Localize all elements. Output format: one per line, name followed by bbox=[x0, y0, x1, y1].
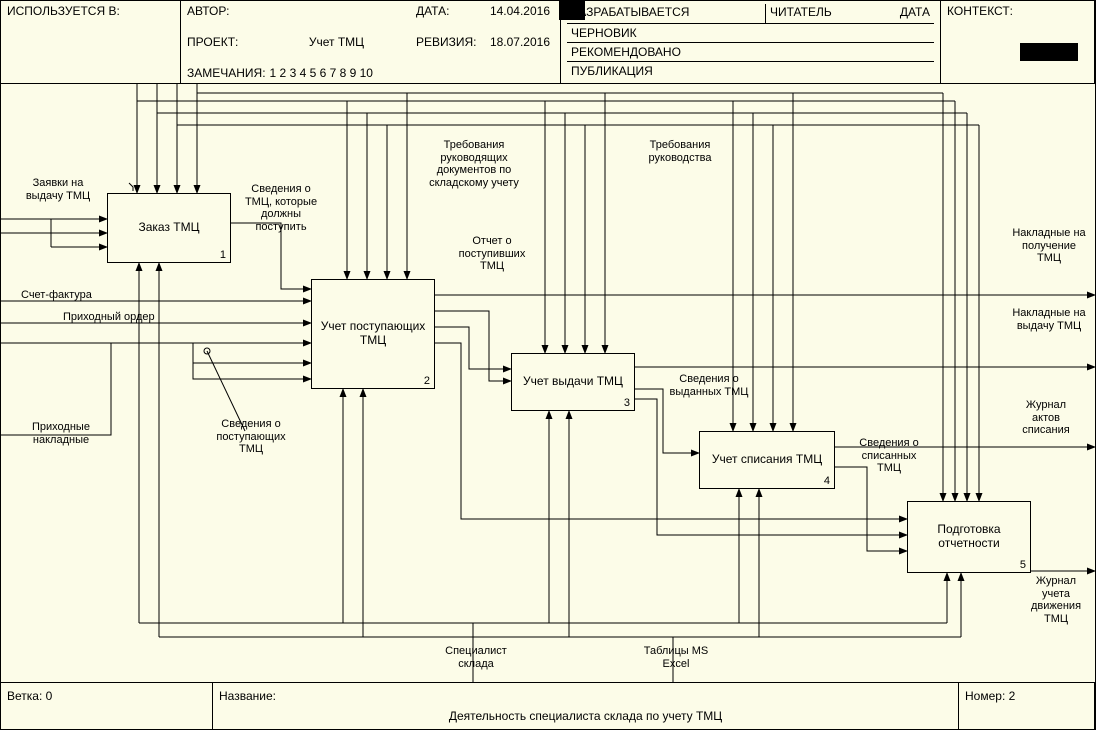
project-label: ПРОЕКТ: bbox=[187, 35, 257, 49]
label-mgmt-requirements: Требования руководства bbox=[635, 139, 725, 164]
header: ИСПОЛЬЗУЕТСЯ В: АВТОР: ДАТА: 14.04.2016 … bbox=[1, 1, 1095, 84]
node-incoming-tmc: Учет поступающих ТМЦ2 bbox=[311, 279, 435, 389]
notes-label: ЗАМЕЧАНИЯ: bbox=[187, 66, 266, 80]
label-expected-tmc: Сведения о ТМЦ, которые должны поступить bbox=[241, 183, 321, 234]
node-issue-tmc: Учет выдачи ТМЦ3 bbox=[511, 353, 635, 411]
diagram-canvas: Заказ ТМЦ1 Учет поступающих ТМЦ2 Учет вы… bbox=[1, 83, 1095, 683]
label-doc-requirements: Требования руководящих документов по скл… bbox=[419, 139, 529, 190]
status-draft: ЧЕРНОВИК bbox=[567, 24, 934, 43]
label-receipt-waybill: Приходные накладные bbox=[21, 421, 101, 446]
footer-num: Номер: 2 bbox=[959, 683, 1095, 729]
label-received-report: Отчет о поступивших ТМЦ bbox=[447, 235, 537, 273]
notes-value: 1 2 3 4 5 6 7 8 9 10 bbox=[270, 66, 373, 80]
label-issue-waybill-out: Накладные на выдачу ТМЦ bbox=[1009, 307, 1089, 332]
label-receipt-waybill-out: Накладные на получение ТМЦ bbox=[1009, 227, 1089, 265]
node-order-tmc: Заказ ТМЦ1 bbox=[107, 193, 231, 263]
label-invoice: Счет-фактура bbox=[21, 289, 92, 302]
header-info: АВТОР: ДАТА: 14.04.2016 ПРОЕКТ: Учет ТМЦ… bbox=[181, 1, 561, 83]
label-issued-info: Сведения о выданных ТМЦ bbox=[669, 373, 749, 398]
label-specialist: Специалист склада bbox=[431, 645, 521, 670]
header-status: РАЗРАБАТЫВАЕТСЯ ЧИТАТЕЛЬ ДАТА ЧЕРНОВИК Р… bbox=[561, 1, 941, 83]
label-receipt-order: Приходный ордер bbox=[63, 311, 155, 324]
node-reporting: Подготовка отчетности5 bbox=[907, 501, 1031, 573]
author-label: АВТОР: bbox=[187, 4, 257, 18]
project-value: Учет ТМЦ bbox=[261, 35, 412, 49]
header-marker-icon bbox=[559, 1, 585, 20]
status-reader: ЧИТАТЕЛЬ bbox=[766, 4, 896, 23]
date-value: 14.04.2016 bbox=[490, 4, 550, 18]
node-writeoff-tmc: Учет списания ТМЦ4 bbox=[699, 431, 835, 489]
rev-value: 18.07.2016 bbox=[490, 35, 550, 49]
footer-name: Название: Деятельность специалиста склад… bbox=[213, 683, 959, 729]
footer: Ветка: 0 Название: Деятельность специали… bbox=[1, 682, 1095, 729]
header-used-in: ИСПОЛЬЗУЕТСЯ В: bbox=[1, 1, 181, 83]
header-context: КОНТЕКСТ: bbox=[941, 1, 1095, 83]
context-box-icon bbox=[1020, 43, 1078, 61]
label-incoming-info: Сведения о поступающих ТМЦ bbox=[211, 418, 291, 456]
rev-label: РЕВИЗИЯ: bbox=[416, 35, 486, 49]
idef0-diagram: ИСПОЛЬЗУЕТСЯ В: АВТОР: ДАТА: 14.04.2016 … bbox=[0, 0, 1096, 730]
label-requests: Заявки на выдачу ТМЦ bbox=[23, 177, 93, 202]
date-label: ДАТА: bbox=[416, 4, 486, 18]
status-recommended: РЕКОМЕНДОВАНО bbox=[567, 43, 934, 62]
status-date: ДАТА bbox=[896, 4, 934, 23]
status-publication: ПУБЛИКАЦИЯ bbox=[567, 62, 934, 80]
label-excel: Таблицы MS Excel bbox=[631, 645, 721, 670]
label-writeoff-info: Сведения о списанных ТМЦ bbox=[849, 437, 929, 475]
status-dev: РАЗРАБАТЫВАЕТСЯ bbox=[567, 4, 766, 23]
label-writeoff-journal: Журнал актов списания bbox=[1011, 399, 1081, 437]
label-movement-journal: Журнал учета движения ТМЦ bbox=[1021, 575, 1091, 626]
footer-branch: Ветка: 0 bbox=[1, 683, 213, 729]
